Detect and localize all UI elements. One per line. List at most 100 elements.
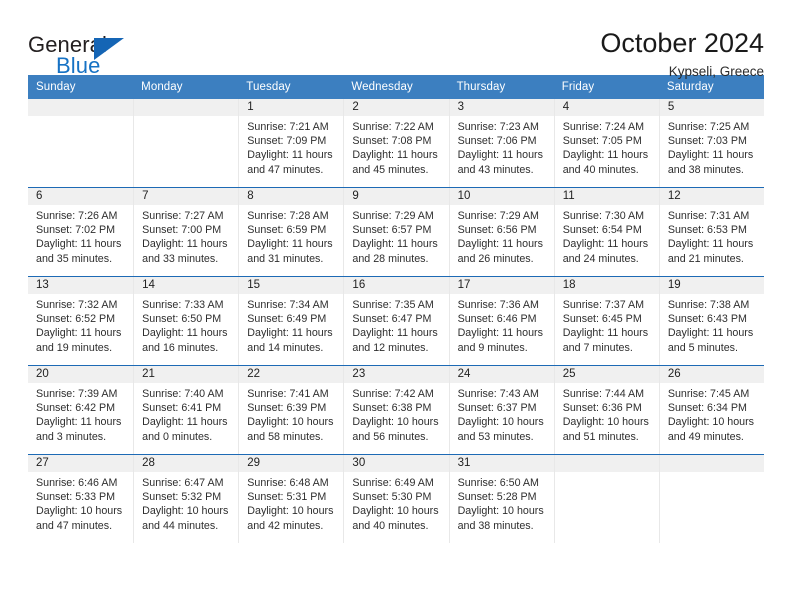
sunrise-text: Sunrise: 7:35 AM [352,299,434,311]
sunset-text: Sunset: 7:08 PM [352,135,432,148]
day-details: Sunrise: 6:47 AM Sunset: 5:32 PM Daylight:… [134,472,238,533]
day-number: 2 [352,100,359,113]
sunset-text: Sunset: 6:57 PM [352,224,432,237]
sunset-text: Sunset: 6:42 PM [36,402,116,415]
day-details: Sunrise: 7:40 AM Sunset: 6:41 PM Daylight:… [134,383,238,444]
day-number-band: 11 [554,188,659,205]
day-number: 3 [457,100,464,113]
sunrise-text: Sunrise: 6:46 AM [36,477,118,489]
sunset-text: Sunset: 5:32 PM [142,491,222,504]
calendar-day-cell[interactable]: 20 Sunrise: 7:39 AM Sunset: 6:42 PM Dayligh… [28,366,134,454]
calendar-day-cell[interactable]: 16 Sunrise: 7:35 AM Sunset: 6:47 PM Dayligh… [343,277,449,365]
calendar-day-cell[interactable]: 5 Sunrise: 7:25 AM Sunset: 7:03 PM Daylight… [658,99,764,187]
sunset-text: Sunset: 7:03 PM [667,135,747,148]
sunrise-text: Sunrise: 7:38 AM [667,299,750,311]
day-details: Sunrise: 7:33 AM Sunset: 6:50 PM Daylight:… [134,294,238,355]
daylight-text-line2: and 21 minutes. [667,252,744,265]
calendar-day-cell[interactable]: 14 Sunrise: 7:33 AM Sunset: 6:50 PM Dayligh… [133,277,239,365]
day-number: 23 [352,367,366,380]
daylight-text-line2: and 0 minutes. [142,430,213,443]
calendar-day-cell[interactable]: 1 Sunrise: 7:21 AM Sunset: 7:09 PM Daylight… [238,99,344,187]
sunrise-text: Sunrise: 7:44 AM [562,388,645,400]
day-number: 20 [36,367,49,380]
sunrise-text: Sunrise: 7:36 AM [457,299,539,311]
calendar-day-cell[interactable]: 17 Sunrise: 7:36 AM Sunset: 6:46 PM Dayligh… [448,277,554,365]
calendar-day-cell[interactable]: 12 Sunrise: 7:31 AM Sunset: 6:53 PM Dayligh… [658,188,764,276]
daylight-text-line1: Daylight: 11 hours [36,327,122,340]
day-number: 1 [247,100,254,113]
daylight-text-line1: Daylight: 11 hours [352,149,438,162]
daylight-text-line1: Daylight: 11 hours [562,327,649,340]
day-number: 13 [36,278,49,291]
day-number: 24 [457,367,471,380]
calendar-day-cell[interactable]: 7 Sunrise: 7:27 AM Sunset: 7:00 PM Daylight… [133,188,239,276]
day-number-band: 4 [554,99,659,116]
calendar-day-cell[interactable]: 25 Sunrise: 7:44 AM Sunset: 6:36 PM Dayligh… [553,366,659,454]
calendar-day-cell[interactable]: 24 Sunrise: 7:43 AM Sunset: 6:37 PM Dayligh… [448,366,554,454]
sunset-text: Sunset: 7:05 PM [562,135,642,148]
weekday-thursday: Thursday [456,81,506,93]
daylight-text-line1: Daylight: 11 hours [247,149,333,162]
daylight-text-line2: and 58 minutes. [247,430,324,443]
daylight-text-line2: and 45 minutes. [352,163,429,176]
sunset-text: Sunset: 6:36 PM [562,402,642,415]
weekday-sunday: Sunday [36,81,76,93]
day-details: Sunrise: 7:25 AM Sunset: 7:03 PM Daylight:… [660,116,764,177]
calendar-day-cell[interactable]: 21 Sunrise: 7:40 AM Sunset: 6:41 PM Dayligh… [133,366,239,454]
calendar-day-cell[interactable]: 10 Sunrise: 7:29 AM Sunset: 6:56 PM Dayligh… [448,188,554,276]
calendar-day-cell[interactable]: 6 Sunrise: 7:26 AM Sunset: 7:02 PM Daylight… [28,188,134,276]
daylight-text-line1: Daylight: 11 hours [667,149,754,162]
daylight-text-line2: and 14 minutes. [247,341,324,354]
day-number-band: 12 [659,188,764,205]
calendar-day-cell[interactable]: 18 Sunrise: 7:37 AM Sunset: 6:45 PM Dayligh… [553,277,659,365]
sunrise-text: Sunrise: 7:27 AM [142,210,224,222]
daylight-text-line1: Daylight: 10 hours [562,416,649,429]
daylight-text-line1: Daylight: 10 hours [352,416,439,429]
day-number-band: 7 [134,188,239,205]
calendar-day-cell[interactable]: 3 Sunrise: 7:23 AM Sunset: 7:06 PM Daylight… [448,99,554,187]
day-number-band: 21 [134,366,239,383]
sunrise-text: Sunrise: 7:39 AM [36,388,118,400]
calendar-day-cell[interactable]: 4 Sunrise: 7:24 AM Sunset: 7:05 PM Daylight… [553,99,659,187]
daylight-text-line1: Daylight: 11 hours [247,238,333,251]
daylight-text-line1: Daylight: 11 hours [142,238,228,251]
calendar-day-cell[interactable]: 23 Sunrise: 7:42 AM Sunset: 6:38 PM Dayligh… [343,366,449,454]
calendar-day-cell[interactable]: 28 Sunrise: 6:47 AM Sunset: 5:32 PM Dayligh… [133,455,239,543]
day-number-band: 2 [344,99,449,116]
daylight-text-line2: and 47 minutes. [36,519,113,532]
sunrise-text: Sunrise: 7:40 AM [142,388,224,400]
daylight-text-line2: and 19 minutes. [36,341,113,354]
daylight-text-line2: and 47 minutes. [247,163,324,176]
sunrise-text: Sunrise: 7:26 AM [36,210,118,222]
calendar-day-cell[interactable]: 9 Sunrise: 7:29 AM Sunset: 6:57 PM Daylight… [343,188,449,276]
day-number-band: 26 [659,366,764,383]
calendar-day-cell[interactable]: 30 Sunrise: 6:49 AM Sunset: 5:30 PM Dayligh… [343,455,449,543]
calendar-day-cell-empty [28,99,134,187]
day-details: Sunrise: 7:29 AM Sunset: 6:56 PM Daylight:… [450,205,554,266]
calendar-day-cell[interactable]: 19 Sunrise: 7:38 AM Sunset: 6:43 PM Dayligh… [658,277,764,365]
sunrise-text: Sunrise: 7:24 AM [562,121,645,133]
daylight-text-line1: Daylight: 11 hours [352,238,438,251]
daylight-text-line2: and 28 minutes. [352,252,429,265]
calendar-day-cell[interactable]: 2 Sunrise: 7:22 AM Sunset: 7:08 PM Daylight… [343,99,449,187]
calendar-day-cell[interactable]: 11 Sunrise: 7:30 AM Sunset: 6:54 PM Dayligh… [553,188,659,276]
calendar-day-cell[interactable]: 22 Sunrise: 7:41 AM Sunset: 6:39 PM Dayligh… [238,366,344,454]
day-number: 8 [247,189,254,202]
calendar-day-cell[interactable]: 8 Sunrise: 7:28 AM Sunset: 6:59 PM Daylight… [238,188,344,276]
day-number: 12 [667,189,681,202]
calendar-day-cell[interactable]: 31 Sunrise: 6:50 AM Sunset: 5:28 PM Dayligh… [448,455,554,543]
sunset-text: Sunset: 6:43 PM [667,313,747,326]
calendar-day-cell[interactable]: 15 Sunrise: 7:34 AM Sunset: 6:49 PM Dayligh… [238,277,344,365]
day-number-band [659,455,764,472]
day-number-band: 28 [134,455,239,472]
calendar-day-cell[interactable]: 29 Sunrise: 6:48 AM Sunset: 5:31 PM Dayligh… [238,455,344,543]
page-title: October 2024 [600,28,764,58]
calendar-day-cell[interactable]: 13 Sunrise: 7:32 AM Sunset: 6:52 PM Dayligh… [28,277,134,365]
calendar-day-cell[interactable]: 27 Sunrise: 6:46 AM Sunset: 5:33 PM Dayligh… [28,455,134,543]
day-number: 27 [36,456,49,469]
weekday-header-row: Sunday Monday Tuesday Wednesday Thursday… [28,75,764,99]
calendar-day-cell[interactable]: 26 Sunrise: 7:45 AM Sunset: 6:34 PM Dayligh… [658,366,764,454]
calendar-page: General Blue October 2024 Kypseli, Greec… [0,0,792,612]
daylight-text-line1: Daylight: 11 hours [457,238,543,251]
daylight-text-line2: and 26 minutes. [457,252,534,265]
